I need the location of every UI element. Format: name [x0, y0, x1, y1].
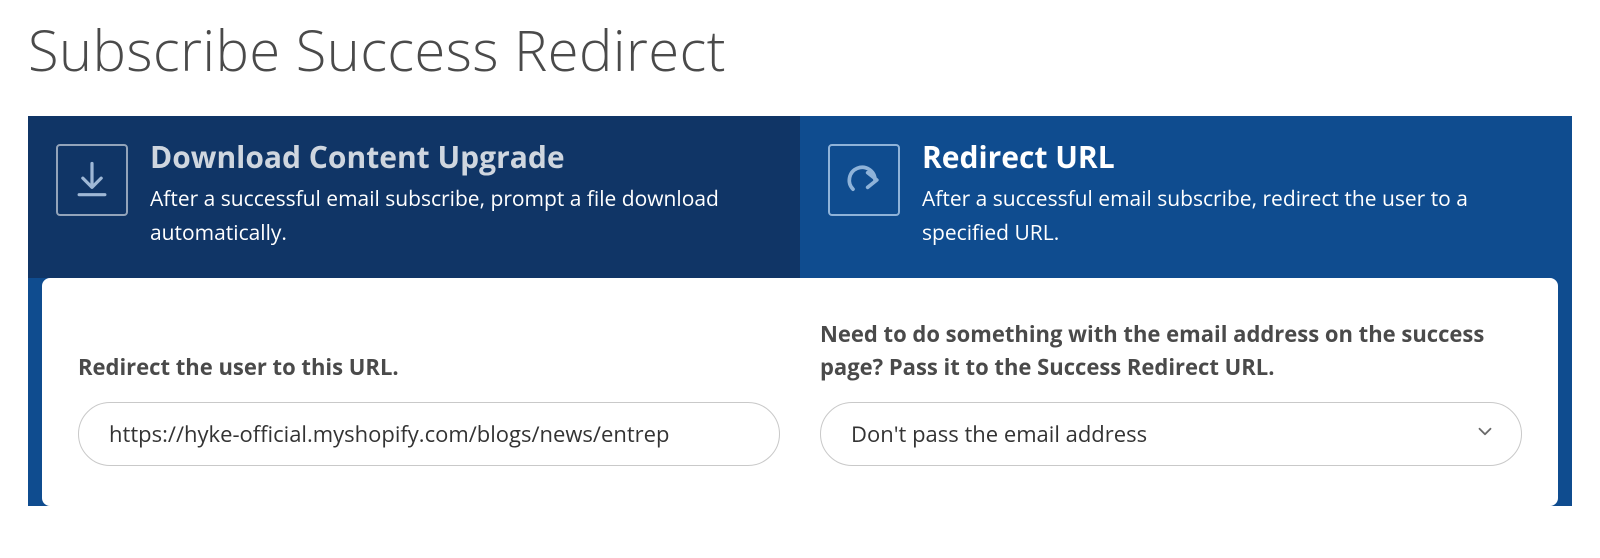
- tab-download-content-upgrade[interactable]: Download Content Upgrade After a success…: [28, 116, 800, 278]
- redirect-url-field: Redirect the user to this URL.: [78, 318, 780, 466]
- subscribe-redirect-module: Download Content Upgrade After a success…: [28, 116, 1572, 506]
- redirect-url-input[interactable]: [78, 402, 780, 466]
- tab-text: Redirect URL After a successful email su…: [922, 140, 1544, 250]
- tab-desc: After a successful email subscribe, redi…: [922, 183, 1544, 250]
- tabs-row: Download Content Upgrade After a success…: [28, 116, 1572, 278]
- email-pass-label: Need to do something with the email addr…: [820, 318, 1522, 384]
- email-pass-select[interactable]: Don't pass the email address: [820, 402, 1522, 466]
- tab-text: Download Content Upgrade After a success…: [150, 140, 772, 250]
- redirect-icon: [828, 144, 900, 216]
- tab-redirect-url[interactable]: Redirect URL After a successful email su…: [800, 116, 1572, 278]
- email-pass-field: Need to do something with the email addr…: [820, 318, 1522, 466]
- settings-panel: Redirect the user to this URL. Need to d…: [42, 278, 1558, 506]
- tab-desc: After a successful email subscribe, prom…: [150, 183, 772, 250]
- email-pass-selected-value: Don't pass the email address: [851, 419, 1147, 449]
- page-title: Subscribe Success Redirect: [28, 12, 1572, 88]
- tab-title: Download Content Upgrade: [150, 140, 772, 173]
- tab-title: Redirect URL: [922, 140, 1544, 173]
- download-icon: [56, 144, 128, 216]
- redirect-url-label: Redirect the user to this URL.: [78, 318, 780, 384]
